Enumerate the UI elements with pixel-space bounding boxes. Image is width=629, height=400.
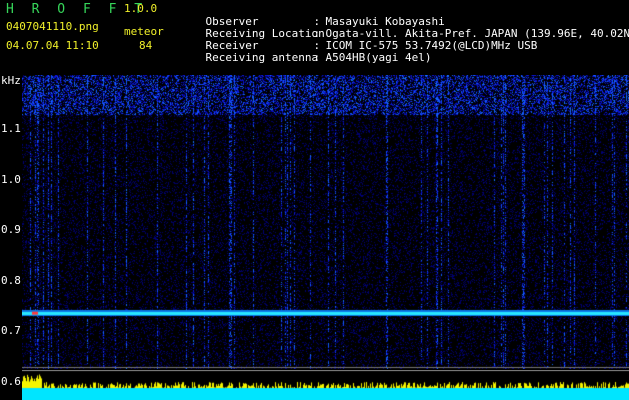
y-tick-label: 0.7 <box>1 324 21 338</box>
info-label: Receiving antenna <box>205 51 319 64</box>
app-version: 1.0.0 <box>124 2 158 15</box>
info-row-antenna: Receiving antenna: A504HB(yagi 4el) <box>179 41 432 74</box>
mode-label: meteor <box>124 25 164 38</box>
info-separator: : <box>313 51 321 64</box>
y-tick-label: 0.6 <box>1 375 21 388</box>
y-tick-label: 1.0 <box>1 172 21 186</box>
y-tick-label: 1.1 <box>1 122 21 135</box>
signal-power-strip <box>22 370 629 400</box>
y-tick-label: 0.9 <box>1 223 21 237</box>
y-axis-unit: kHz <box>1 74 21 87</box>
y-tick-label: 0.8 <box>1 273 21 287</box>
observation-datetime: 04.07.04 11:10 <box>6 39 99 52</box>
spectrogram-plot <box>22 75 629 369</box>
meteor-count: 84 <box>139 39 153 52</box>
hrofft-window: H R O F F T 1.0.0 0407041110.png 04.07.0… <box>0 0 629 400</box>
info-value: A504HB(yagi 4el) <box>325 51 432 64</box>
file-name: 0407041110.png <box>6 20 99 33</box>
